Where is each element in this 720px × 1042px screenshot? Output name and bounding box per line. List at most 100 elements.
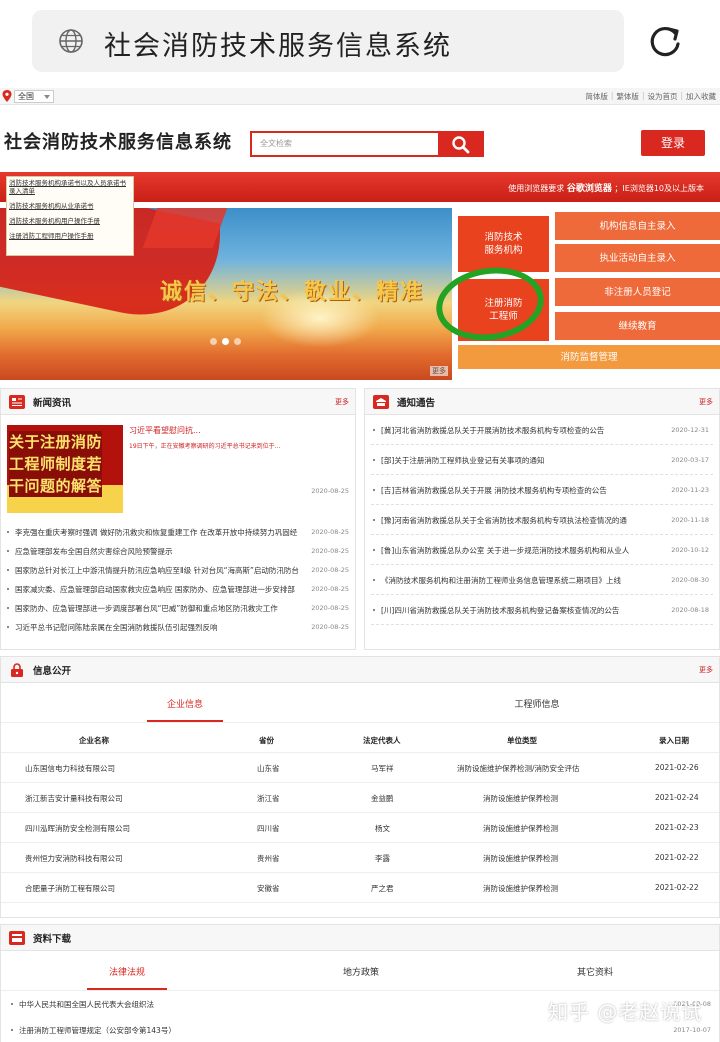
- table-row[interactable]: 四川泓晖消防安全检测有限公司 四川省 杨文 消防设施维护保养检测 2021-02…: [1, 813, 719, 843]
- site-title[interactable]: 社会消防技术服务信息系统: [4, 128, 232, 154]
- cell-company: 山东国信电力科技有限公司: [25, 764, 115, 773]
- tab-engineer-info[interactable]: 工程师信息: [467, 697, 607, 710]
- notice-item-text: [部]关于注册消防工程师执业登记有关事项的通知: [381, 456, 545, 465]
- download-dropdown: 消防技术服务机构承诺书以及人员承诺书录入清单 消防技术服务机构从业承诺书 消防技…: [6, 176, 134, 256]
- banner-more-link[interactable]: 更多: [430, 366, 448, 376]
- chevron-down-icon: [44, 95, 50, 99]
- featured-news-title[interactable]: 习近平看望慰问抗...: [129, 425, 201, 436]
- info-more-link[interactable]: 更多: [699, 665, 713, 675]
- flag-graphic: [142, 208, 228, 248]
- news-item[interactable]: 国家防总针对长江上中游汛情提升防汛应急响应至Ⅱ级 针对台风“海高斯”启动防汛防台…: [7, 561, 349, 580]
- reload-icon[interactable]: [645, 22, 685, 62]
- tile-practice[interactable]: 执业活动自主录入: [555, 244, 720, 272]
- news-item-text: 国家减灾委、应急管理部启动国家救灾应急响应 国家防办、应急管理部进一步安排部: [15, 585, 295, 594]
- notice-item[interactable]: [鲁]山东省消防救援总队办公室 关于进一步规范消防技术服务机构和从业人 2020-…: [371, 535, 713, 565]
- news-item-date: 2020-08-25: [311, 547, 349, 555]
- news-item[interactable]: 李克强在重庆考察时强调 做好防汛救灾和恢复重建工作 在改革开放中持续努力巩固经 2…: [7, 523, 349, 542]
- notice-item[interactable]: [豫]河南省消防救援总队关于全省消防技术服务机构专项执法检查情况的通 2020-1…: [371, 505, 713, 535]
- region-select[interactable]: 全国: [14, 90, 54, 103]
- notice-item[interactable]: [冀]河北省消防救援总队关于开展消防技术服务机构专项检查的公告 2020-12-3…: [371, 415, 713, 445]
- notice-item-date: 2020-08-30: [671, 576, 709, 584]
- cell-representative: 严之君: [371, 884, 394, 893]
- notice-item-text: [吉]吉林省消防救援总队关于开展 消防技术服务机构专项检查的公告: [381, 486, 607, 495]
- news-item[interactable]: 习近平总书记慰问陈陆亲属在全国消防救援队伍引起强烈反响 2020-08-25: [7, 618, 349, 637]
- download-item-date: 2017-10-07: [673, 1026, 711, 1034]
- notice-item[interactable]: [部]关于注册消防工程师执业登记有关事项的通知 2020-03-17: [371, 445, 713, 475]
- notice-item-text: [豫]河南省消防救援总队关于全省消防技术服务机构专项执法检查情况的通: [381, 516, 627, 525]
- news-item-date: 2020-08-25: [311, 528, 349, 536]
- featured-news-summary: 19日下午，正在安徽考察调研的习近平总书记来到位于...: [129, 443, 281, 450]
- table-header-row: 企业名称 省份 法定代表人 单位类型 录入日期: [1, 725, 719, 753]
- address-bar[interactable]: 社会消防技术服务信息系统: [32, 10, 624, 72]
- notice-item[interactable]: [川]四川省消防救援总队关于消防技术服务机构登记备案核查情况的公告 2020-08…: [371, 595, 713, 625]
- cell-type: 消防设施维护保养检测/消防安全评估: [457, 764, 580, 773]
- news-item[interactable]: 应急管理部发布全国自然灾害综合风险预警提示 2020-08-25: [7, 542, 349, 561]
- table-row[interactable]: 贵州恒力安消防科技有限公司 贵州省 李露 消防设施维护保养检测 2021-02-…: [1, 843, 719, 873]
- notices-title: 通知通告: [397, 398, 436, 409]
- tile-non-registered[interactable]: 非注册人员登记: [555, 278, 720, 306]
- cell-representative: 金益鹏: [371, 794, 394, 803]
- link-traditional[interactable]: 繁体版: [616, 91, 639, 102]
- tab-local-policy[interactable]: 地方政策: [291, 965, 431, 978]
- cell-province: 贵州省: [257, 854, 280, 863]
- news-item[interactable]: 国家减灾委、应急管理部启动国家救灾应急响应 国家防办、应急管理部进一步安排部 20…: [7, 580, 349, 599]
- tab-other-materials[interactable]: 其它资料: [525, 965, 665, 978]
- browser-requirement: 使用浏览器要求 谷歌浏览器 ；IE浏览器10及以上版本: [508, 184, 704, 194]
- notices-more-link[interactable]: 更多: [699, 397, 713, 407]
- notice-item[interactable]: 《消防技术服务机构和注册消防工程师业务信息管理系统二期项目》上线 2020-08-…: [371, 565, 713, 595]
- news-item-text: 李克强在重庆考察时强调 做好防汛救灾和恢复重建工作 在改革开放中持续努力巩固经: [15, 528, 298, 537]
- active-tab-underline: [147, 720, 223, 722]
- downloads-tabs: 法律法规 地方政策 其它资料: [1, 951, 719, 991]
- search-icon: [452, 136, 470, 154]
- notice-item-date: 2020-10-12: [671, 546, 709, 554]
- tile-supervision[interactable]: 消防监督管理: [458, 345, 720, 369]
- tile-org-info[interactable]: 机构信息自主录入: [555, 212, 720, 240]
- link-simplified[interactable]: 简体版: [585, 91, 608, 102]
- table-row[interactable]: 浙江新吉安计量科技有限公司 浙江省 金益鹏 消防设施维护保养检测 2021-02…: [1, 783, 719, 813]
- notice-item-text: [川]四川省消防救援总队关于消防技术服务机构登记备案核查情况的公告: [381, 606, 620, 615]
- tab-laws[interactable]: 法律法规: [57, 965, 197, 978]
- news-item[interactable]: 国家防办、应急管理部进一步调度部署台风“巴威”防御和重点地区防汛救灾工作 2020…: [7, 599, 349, 618]
- link-set-homepage[interactable]: 设为首页: [647, 91, 677, 102]
- login-button[interactable]: 登录: [641, 130, 705, 156]
- news-item-text: 应急管理部发布全国自然灾害综合风险预警提示: [15, 547, 173, 556]
- top-links: 简体版 | 繁体版 | 设为首页 | 加入收藏: [585, 91, 716, 102]
- cell-type: 消防设施维护保养检测: [483, 884, 558, 893]
- info-header: 信息公开 更多: [1, 657, 719, 683]
- search-button[interactable]: [438, 131, 484, 157]
- cell-company: 贵州恒力安消防科技有限公司: [25, 854, 123, 863]
- news-list: 李克强在重庆考察时强调 做好防汛救灾和恢复重建工作 在改革开放中持续努力巩固经 2…: [7, 523, 349, 637]
- carousel-dot[interactable]: [210, 338, 217, 345]
- news-item-text: 国家防总针对长江上中游汛情提升防汛应急响应至Ⅱ级 针对台风“海高斯”启动防汛防台: [15, 566, 299, 575]
- dropdown-item[interactable]: 消防技术服务机构从业承诺书: [9, 202, 131, 210]
- cell-province: 浙江省: [257, 794, 280, 803]
- notice-item-date: 2020-11-23: [671, 486, 709, 494]
- cell-province: 山东省: [257, 764, 280, 773]
- image-line: 干问题的解答: [9, 475, 103, 497]
- company-table: 企业名称 省份 法定代表人 单位类型 录入日期 山东国信电力科技有限公司 山东省…: [1, 725, 719, 903]
- cell-date: 2021-02-26: [655, 763, 699, 772]
- column-header: 录入日期: [659, 736, 689, 745]
- tile-agency[interactable]: 消防技术 服务机构: [458, 216, 549, 272]
- image-line: 工程师制度若: [9, 453, 103, 475]
- cell-type: 消防设施维护保养检测: [483, 854, 558, 863]
- link-add-favorite[interactable]: 加入收藏: [686, 91, 716, 102]
- carousel-dot[interactable]: [222, 338, 229, 345]
- tab-company-info[interactable]: 企业信息: [115, 697, 255, 710]
- dropdown-item[interactable]: 消防技术服务机构用户操作手册: [9, 217, 131, 225]
- document-icon: [9, 931, 25, 945]
- news-more-link[interactable]: 更多: [335, 397, 349, 407]
- notice-item[interactable]: [吉]吉林省消防救援总队关于开展 消防技术服务机构专项检查的公告 2020-11-…: [371, 475, 713, 505]
- carousel-dot[interactable]: [234, 338, 241, 345]
- column-header: 省份: [259, 736, 274, 745]
- dropdown-item[interactable]: 消防技术服务机构承诺书以及人员承诺书录入清单: [9, 179, 131, 195]
- search-input[interactable]: 全文检索: [260, 138, 292, 149]
- dropdown-item[interactable]: 注册消防工程师用户操作手册: [9, 232, 131, 240]
- news-featured-image[interactable]: 关于注册消防 工程师制度若 干问题的解答: [7, 425, 123, 513]
- cell-province: 四川省: [257, 824, 280, 833]
- table-row[interactable]: 合肥量子消防工程有限公司 安徽省 严之君 消防设施维护保养检测 2021-02-…: [1, 873, 719, 903]
- location-pin-icon: [2, 90, 12, 102]
- table-row[interactable]: 山东国信电力科技有限公司 山东省 马军祥 消防设施维护保养检测/消防安全评估 2…: [1, 753, 719, 783]
- top-utility-bar: 全国 简体版 | 繁体版 | 设为首页 | 加入收藏: [0, 88, 720, 105]
- tile-continuing-edu[interactable]: 继续教育: [555, 312, 720, 340]
